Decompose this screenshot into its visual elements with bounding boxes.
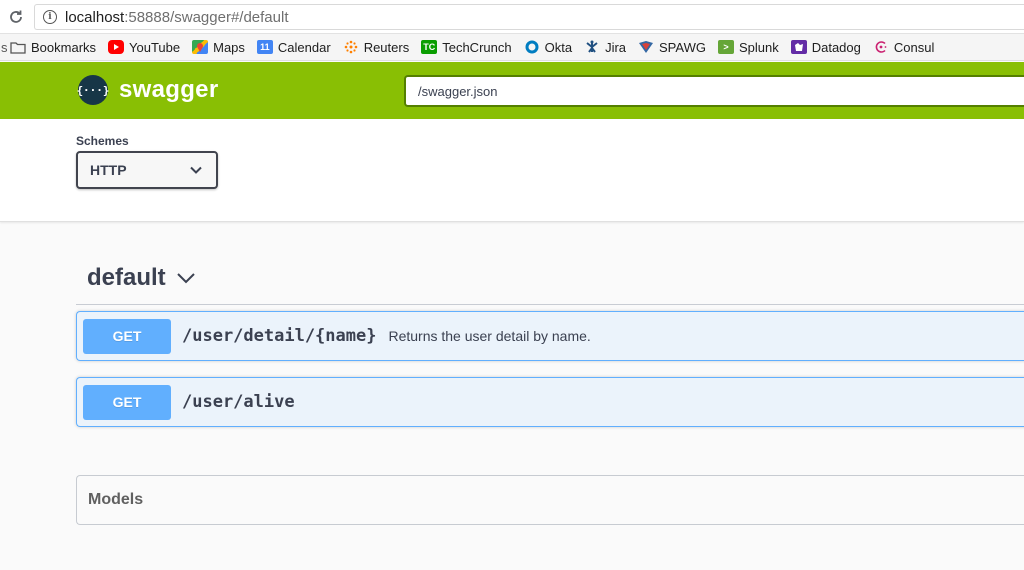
bookmark-maps[interactable]: Maps [192, 40, 245, 55]
chevron-down-icon [190, 161, 202, 179]
tag-name: default [87, 264, 166, 291]
apps-edge: s [1, 39, 8, 55]
operation-get-user-alive[interactable]: GET /user/alive [76, 377, 1024, 427]
bookmark-jira[interactable]: Jira [584, 40, 626, 55]
bookmark-label: Calendar [277, 39, 331, 55]
models-section[interactable]: Models [76, 475, 1024, 525]
models-title: Models [88, 491, 144, 508]
calendar-icon: 11 [256, 40, 273, 54]
reload-icon[interactable] [6, 7, 26, 27]
swagger-logo[interactable]: {···} swagger [76, 75, 219, 105]
bookmarks-bar: s Bookmarks YouTube Maps 11 Calendar Reu… [0, 34, 1024, 61]
swagger-logo-text: swagger [119, 76, 219, 103]
folder-icon [10, 40, 26, 54]
bookmark-okta[interactable]: Okta [524, 40, 572, 55]
consul-icon [873, 40, 889, 54]
datadog-icon [790, 40, 807, 54]
bookmark-label: Reuters [363, 39, 410, 55]
techcrunch-icon: TC [421, 40, 438, 54]
schemes-selected-value: HTTP [90, 162, 127, 178]
bookmark-label: YouTube [129, 39, 181, 55]
bookmark-folder[interactable]: Bookmarks [10, 40, 96, 55]
address-bar[interactable]: i localhost:58888/swagger#/default [34, 4, 1024, 30]
jira-icon [584, 40, 600, 54]
method-badge: GET [83, 384, 171, 420]
operation-get-user-detail[interactable]: GET /user/detail/{name} Returns the user… [76, 311, 1024, 361]
bookmark-label: TechCrunch [442, 39, 512, 55]
schemes-label: Schemes [76, 134, 129, 148]
bookmark-label: Jira [605, 39, 627, 55]
bookmark-techcrunch[interactable]: TC TechCrunch [421, 39, 512, 55]
browser-url-bar: i localhost:58888/swagger#/default [0, 0, 1024, 34]
url-path: :58888/swagger#/default [124, 8, 289, 26]
bookmark-youtube[interactable]: YouTube [108, 40, 180, 55]
bookmark-reuters[interactable]: Reuters [343, 39, 410, 55]
chevron-down-icon[interactable] [176, 271, 196, 289]
spec-url-input[interactable] [404, 75, 1024, 107]
schemes-select[interactable]: HTTP [76, 151, 218, 189]
method-badge: GET [83, 318, 171, 354]
swagger-logo-icon: {···} [76, 75, 110, 105]
operation-path: /user/alive [182, 392, 295, 412]
bookmark-label: Bookmarks [31, 39, 97, 55]
bookmark-label: Maps [213, 39, 245, 55]
url-host: localhost [65, 8, 125, 26]
tag-header-default[interactable]: default [76, 252, 1024, 305]
info-icon[interactable]: i [43, 10, 57, 24]
bookmark-datadog[interactable]: Datadog [790, 39, 861, 55]
bookmark-splunk[interactable]: > Splunk [717, 39, 779, 55]
maps-icon [192, 40, 209, 54]
operation-path: /user/detail/{name} [182, 326, 377, 346]
okta-icon [524, 40, 540, 54]
bookmark-calendar[interactable]: 11 Calendar [256, 39, 331, 55]
bookmark-label: Datadog [811, 39, 861, 55]
schemes-container: Schemes HTTP [0, 119, 1024, 222]
bookmark-label: SPAWG [659, 39, 706, 55]
bookmark-consul[interactable]: Consul [873, 40, 934, 55]
operation-summary: Returns the user detail by name. [388, 328, 591, 344]
youtube-icon [108, 40, 125, 54]
bookmark-label: Okta [544, 39, 573, 55]
splunk-icon: > [717, 40, 734, 54]
bookmark-label: Consul [893, 39, 935, 55]
bookmark-label: Splunk [738, 39, 779, 55]
bookmark-spawg[interactable]: SPAWG [638, 40, 706, 55]
reuters-icon [343, 40, 359, 54]
spawg-icon [638, 40, 654, 54]
